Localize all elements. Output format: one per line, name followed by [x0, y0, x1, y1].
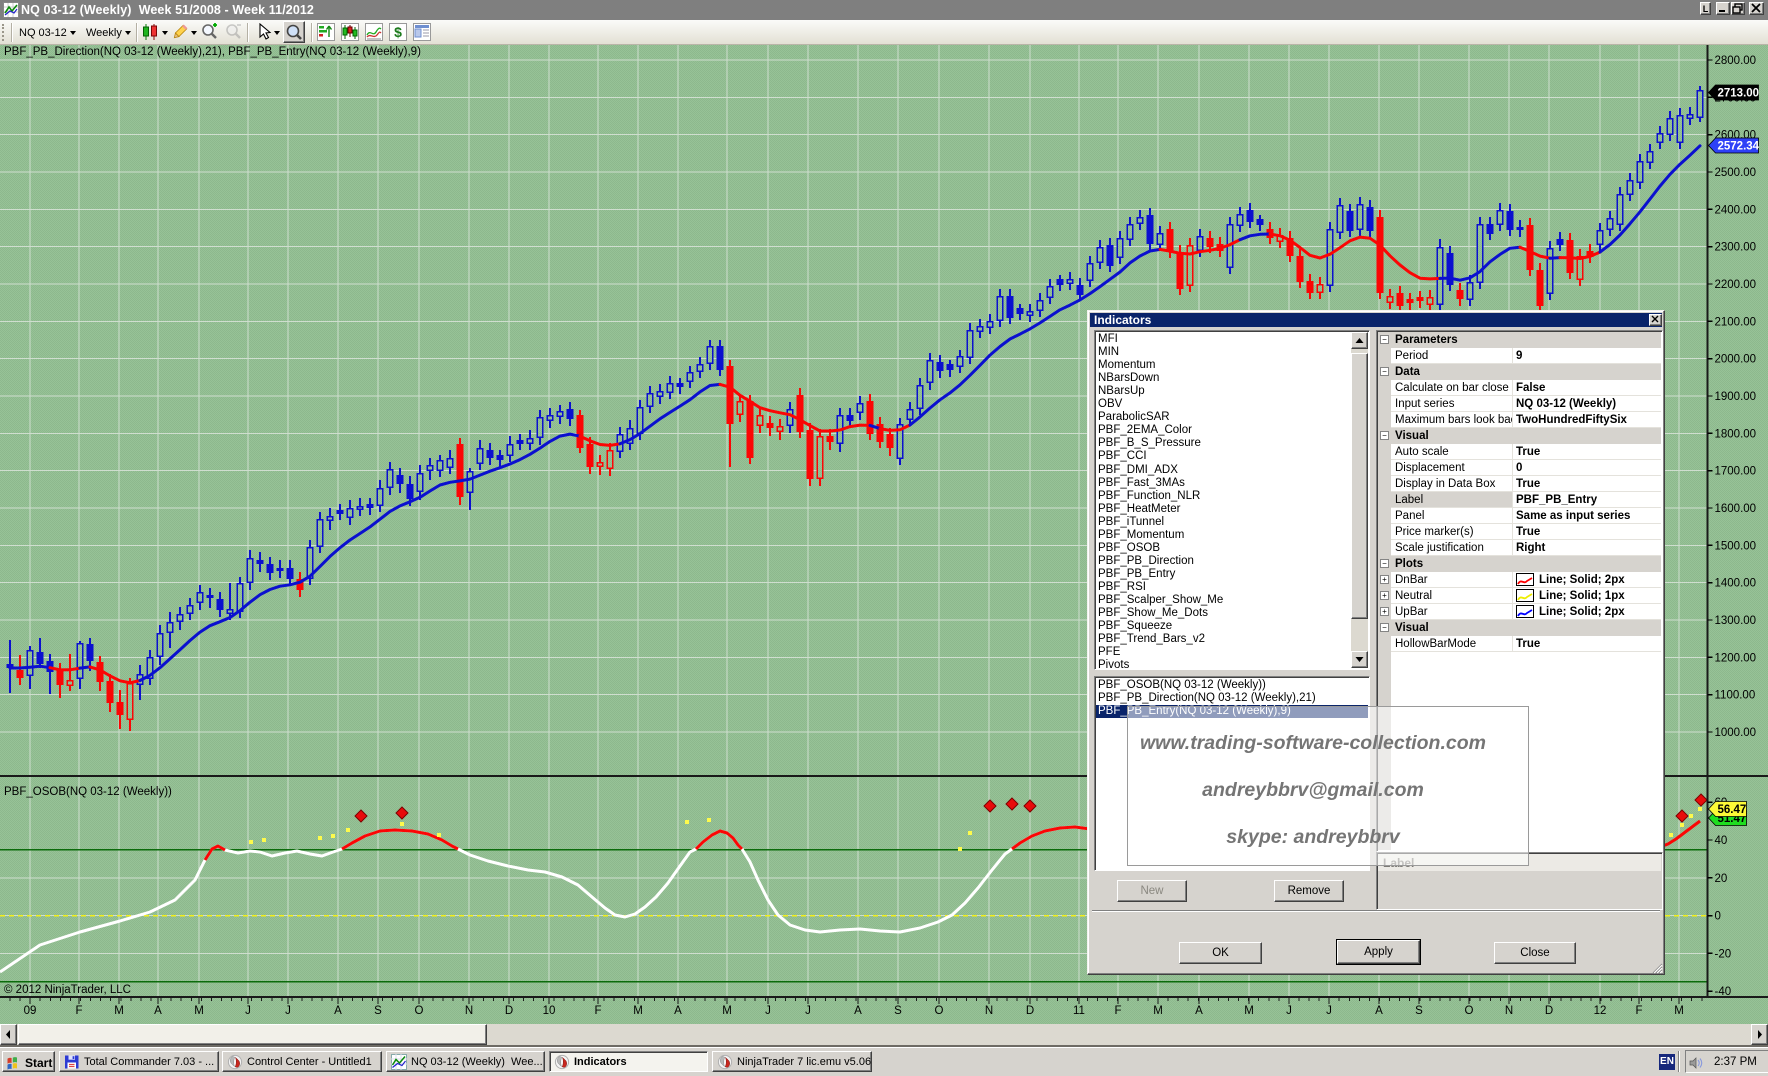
svg-text:1500.00: 1500.00 [1715, 540, 1757, 552]
svg-text:© 2012 NinjaTrader, LLC: © 2012 NinjaTrader, LLC [4, 984, 131, 996]
svg-text:2000.00: 2000.00 [1715, 354, 1757, 366]
svg-text:J: J [285, 1005, 291, 1017]
svg-text:1000.00: 1000.00 [1715, 727, 1757, 739]
svg-text:1600.00: 1600.00 [1715, 503, 1757, 515]
svg-text:M: M [194, 1005, 204, 1017]
svg-text:2500.00: 2500.00 [1715, 167, 1757, 179]
svg-text:J: J [805, 1005, 811, 1017]
svg-text:1800.00: 1800.00 [1715, 428, 1757, 440]
svg-text:A: A [334, 1005, 342, 1017]
svg-text:2713.00: 2713.00 [1718, 88, 1760, 100]
svg-text:-20: -20 [1715, 948, 1732, 960]
svg-text:O: O [1465, 1005, 1474, 1017]
svg-text:11: 11 [1073, 1005, 1085, 1017]
svg-text:F: F [1114, 1005, 1121, 1017]
svg-text:S: S [1415, 1005, 1423, 1017]
svg-text:O: O [935, 1005, 944, 1017]
svg-text:D: D [1545, 1005, 1553, 1017]
svg-text:1700.00: 1700.00 [1715, 466, 1757, 478]
svg-text:$: $ [394, 24, 402, 40]
svg-text:40: 40 [1715, 835, 1728, 847]
svg-text:J: J [1286, 1005, 1292, 1017]
svg-text:M: M [1244, 1005, 1254, 1017]
svg-text:10: 10 [543, 1005, 556, 1017]
svg-text:M: M [114, 1005, 124, 1017]
svg-text:1100.00: 1100.00 [1715, 690, 1756, 702]
svg-text:D: D [1026, 1005, 1034, 1017]
svg-text:N: N [985, 1005, 993, 1017]
svg-text:A: A [854, 1005, 862, 1017]
svg-text:0: 0 [1715, 911, 1721, 923]
svg-text:56.47: 56.47 [1718, 804, 1747, 816]
svg-text:PBF_OSOB(NQ 03-12 (Weekly)): PBF_OSOB(NQ 03-12 (Weekly)) [4, 786, 172, 798]
svg-text:J: J [245, 1005, 251, 1017]
svg-text:2300.00: 2300.00 [1715, 242, 1757, 254]
svg-text:N: N [1505, 1005, 1513, 1017]
svg-text:S: S [374, 1005, 382, 1017]
svg-text:A: A [1195, 1005, 1203, 1017]
svg-text:1400.00: 1400.00 [1715, 578, 1757, 590]
svg-text:O: O [415, 1005, 424, 1017]
svg-text:N: N [465, 1005, 473, 1017]
svg-text:F: F [1635, 1005, 1642, 1017]
svg-text:2572.34: 2572.34 [1718, 141, 1760, 153]
svg-text:F: F [594, 1005, 601, 1017]
svg-text:J: J [1326, 1005, 1332, 1017]
svg-text:M: M [1674, 1005, 1684, 1017]
svg-text:D: D [505, 1005, 513, 1017]
svg-text:20: 20 [1715, 873, 1728, 885]
svg-text:A: A [154, 1005, 162, 1017]
svg-text:M: M [1153, 1005, 1163, 1017]
svg-text:F: F [75, 1005, 82, 1017]
svg-text:J: J [765, 1005, 771, 1017]
svg-text:12: 12 [1594, 1005, 1607, 1017]
svg-text:2100.00: 2100.00 [1715, 316, 1757, 328]
svg-text:PBF_PB_Direction(NQ 03-12 (Wee: PBF_PB_Direction(NQ 03-12 (Weekly),21), … [4, 46, 421, 58]
svg-text:1900.00: 1900.00 [1715, 391, 1757, 403]
svg-text:2800.00: 2800.00 [1715, 55, 1757, 67]
svg-text:-40: -40 [1715, 986, 1732, 998]
svg-text:1300.00: 1300.00 [1715, 615, 1757, 627]
svg-text:S: S [894, 1005, 902, 1017]
svg-text:2200.00: 2200.00 [1715, 279, 1757, 291]
svg-text:2400.00: 2400.00 [1715, 204, 1757, 216]
svg-text:A: A [674, 1005, 682, 1017]
svg-text:09: 09 [24, 1005, 37, 1017]
svg-text:1200.00: 1200.00 [1715, 652, 1757, 664]
svg-text:A: A [1375, 1005, 1383, 1017]
svg-text:M: M [633, 1005, 643, 1017]
svg-text:M: M [722, 1005, 732, 1017]
